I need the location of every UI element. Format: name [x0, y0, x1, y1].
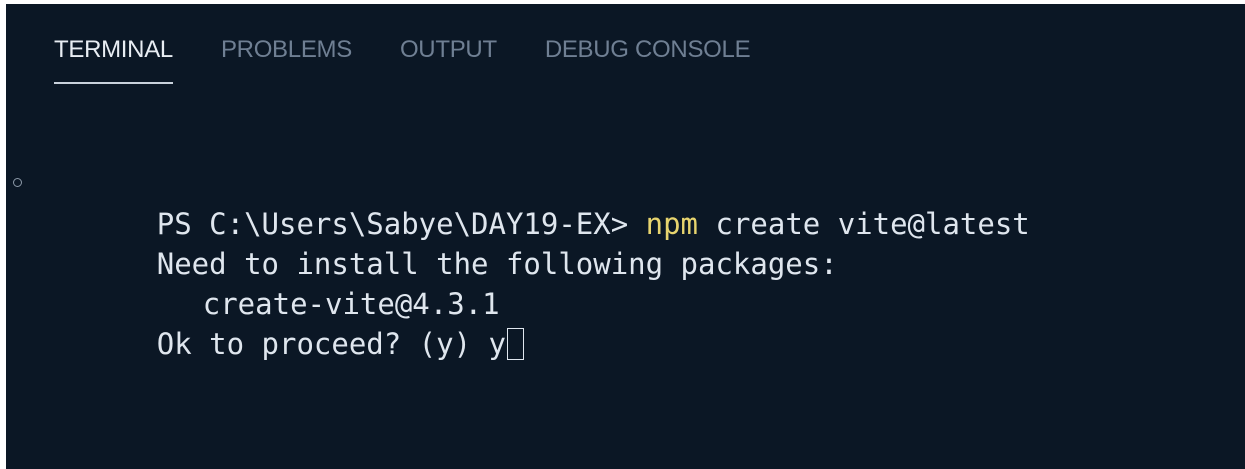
input-line[interactable]: Ok to proceed? (y) y — [6, 284, 1245, 361]
tab-problems[interactable]: PROBLEMS — [221, 28, 352, 84]
terminal-panel: TERMINAL PROBLEMS OUTPUT DEBUG CONSOLE P… — [6, 4, 1245, 469]
tab-debug-console[interactable]: DEBUG CONSOLE — [545, 28, 751, 84]
tab-terminal[interactable]: TERMINAL — [54, 28, 173, 84]
terminal-output[interactable]: PS C:\Users\Sabye\DAY19-EX> npm create v… — [6, 164, 1245, 361]
panel-tabs: TERMINAL PROBLEMS OUTPUT DEBUG CONSOLE — [54, 28, 798, 84]
cursor-icon — [506, 328, 524, 360]
proceed-question: Ok to proceed? (y) — [156, 327, 489, 361]
command-line: PS C:\Users\Sabye\DAY19-EX> npm create v… — [6, 164, 1245, 241]
tab-output[interactable]: OUTPUT — [400, 28, 497, 84]
typed-answer: y — [488, 327, 506, 361]
output-line: create-vite@4.3.1 — [6, 244, 1245, 321]
output-line: Need to install the following packages: — [6, 204, 1245, 281]
command-decoration-icon[interactable] — [13, 178, 22, 187]
